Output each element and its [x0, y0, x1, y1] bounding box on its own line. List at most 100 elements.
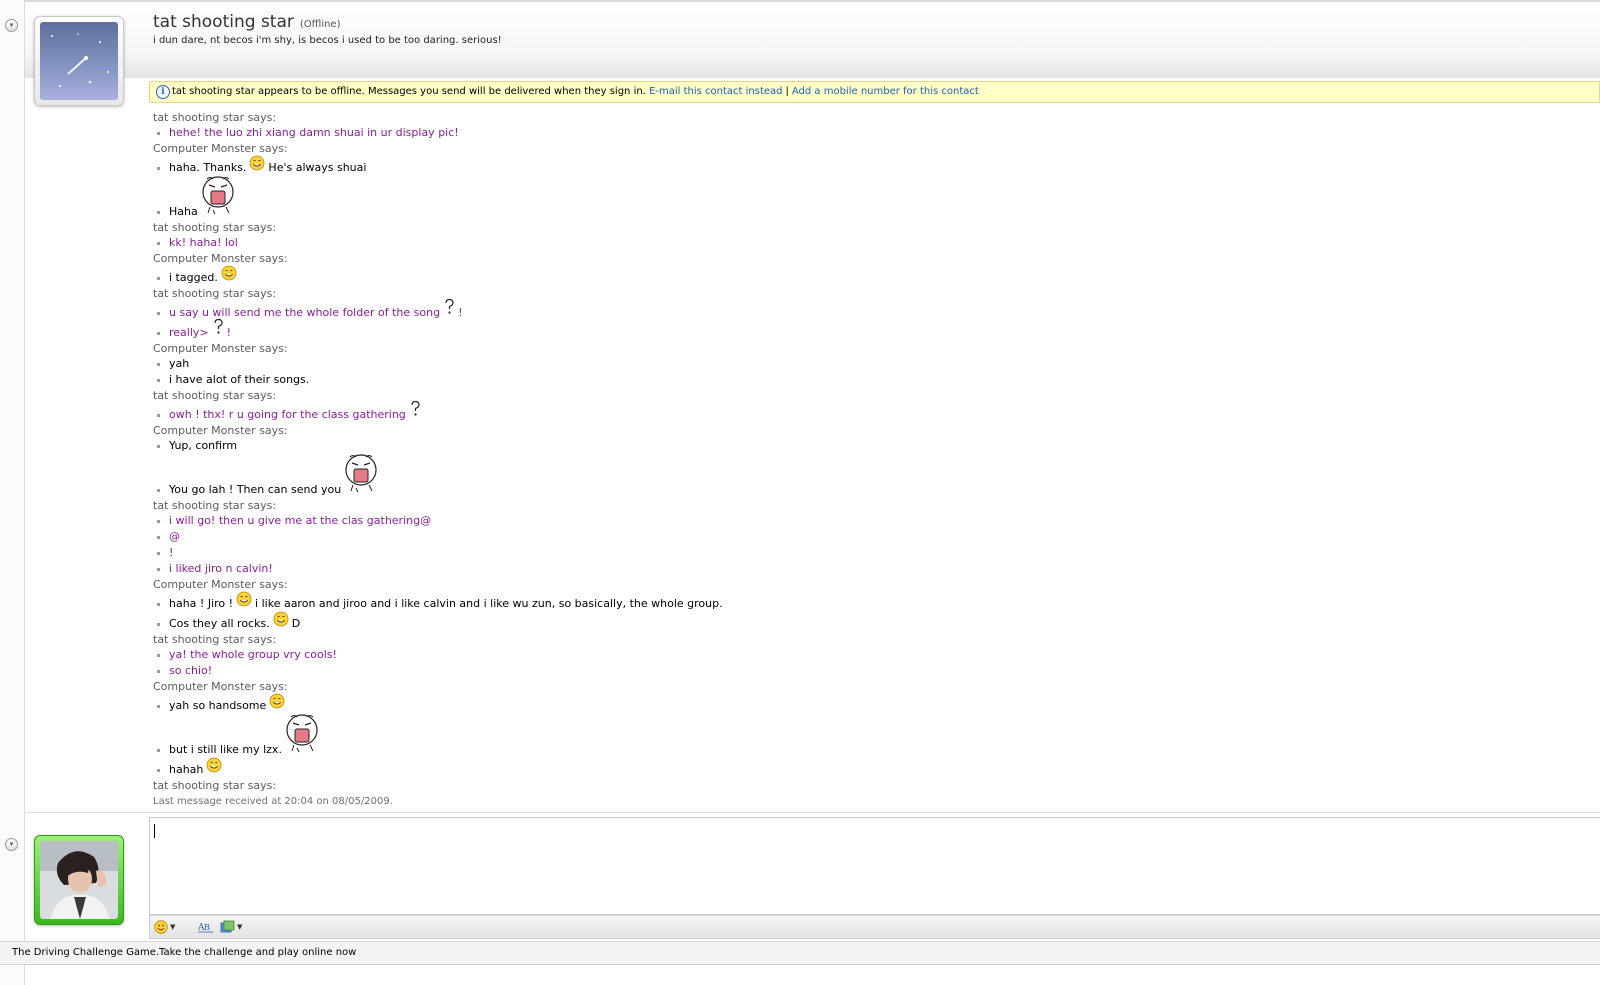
bullet-icon — [157, 332, 160, 335]
message-text: i liked jiro n calvin! — [169, 562, 273, 575]
bullet-icon — [157, 211, 160, 214]
bullet-icon — [157, 670, 160, 673]
background-picker-icon — [220, 920, 235, 933]
message-text: kk! haha! lol — [169, 236, 238, 249]
speaker-header: Computer Monster says: — [153, 342, 288, 355]
bullet-icon — [157, 654, 160, 657]
spellcheck-button[interactable]: A B — [198, 919, 214, 935]
message-text: really> — [169, 326, 209, 339]
last-message-timestamp: Last message received at 20:04 on 08/05/… — [153, 796, 393, 807]
speaker-header: tat shooting star says: — [153, 221, 277, 234]
bullet-icon — [157, 536, 160, 539]
message-text: hehe! the luo zhi xiang damn shuai in ur… — [169, 126, 459, 139]
dropdown-arrow-icon: ▼ — [237, 923, 243, 931]
collapse-user-panel-button[interactable]: ▾ — [5, 838, 18, 851]
message-text: ya! the whole group vry cools! — [169, 648, 337, 661]
bullet-icon — [157, 277, 160, 280]
panel-divider — [25, 812, 1600, 813]
shouting-emoticon-icon — [201, 173, 235, 220]
collapse-contact-panel-button[interactable]: ▾ — [5, 19, 18, 32]
add-mobile-number-link[interactable]: Add a mobile number for this contact — [792, 86, 979, 97]
message-line: yah so handsome — [153, 693, 1573, 714]
bullet-icon — [157, 445, 160, 448]
message-text: i have alot of their songs. — [169, 373, 310, 386]
message-line: @ — [153, 529, 1573, 545]
info-icon: i — [156, 85, 170, 99]
message-line: owh ! thx! r u going for the class gathe… — [153, 400, 1573, 423]
bullet-icon — [157, 489, 160, 492]
emoticon-picker-button[interactable]: ▼ — [154, 919, 175, 935]
contact-status: (Offline) — [299, 19, 341, 30]
message-line: really>! — [153, 318, 1573, 341]
bullet-icon — [157, 552, 160, 555]
message-line: i will go! then u give me at the clas ga… — [153, 513, 1573, 529]
background-picker-button[interactable]: ▼ — [220, 919, 242, 935]
message-text-after-emoticon: i like aaron and jiroo and i like calvin… — [255, 597, 723, 610]
message-text: You go lah ! Then can send you — [169, 483, 342, 496]
message-line: ! — [153, 545, 1573, 561]
message-line: i tagged. — [153, 265, 1573, 286]
message-text: Haha — [169, 205, 198, 218]
message-text: ! — [169, 546, 174, 559]
smile-emoticon-icon — [269, 693, 285, 714]
message-text: u say u will send me the whole folder of… — [169, 306, 441, 319]
message-text: i will go! then u give me at the clas ga… — [169, 514, 432, 527]
bullet-icon — [157, 167, 160, 170]
advertisement-bar: The Driving Challenge Game.Take the chal… — [0, 941, 1600, 965]
svg-text:B: B — [204, 923, 210, 932]
message-text: yah — [169, 357, 190, 370]
message-line: yah — [153, 356, 1573, 372]
speaker-header: Computer Monster says: — [153, 252, 288, 265]
contact-title: tat shooting star (Offline) — [153, 12, 341, 32]
message-line: u say u will send me the whole folder of… — [153, 298, 1573, 321]
message-line: i have alot of their songs. — [153, 372, 1573, 388]
text-caret — [154, 824, 155, 838]
message-line: i liked jiro n calvin! — [153, 561, 1573, 577]
speaker-header: tat shooting star says: — [153, 389, 277, 402]
bullet-icon — [157, 242, 160, 245]
message-text-after-emoticon: He's always shuai — [268, 161, 367, 174]
info-bar-separator: | — [785, 86, 789, 97]
message-line: but i still like my lzx. — [153, 714, 1573, 758]
message-line: ya! the whole group vry cools! — [153, 647, 1573, 663]
smile-emoticon-icon — [273, 611, 289, 632]
bullet-icon — [157, 603, 160, 606]
user-display-picture[interactable] — [34, 835, 124, 925]
user-avatar-image — [40, 841, 118, 919]
message-line: hahah — [153, 757, 1573, 778]
message-text: yah so handsome — [169, 699, 267, 712]
message-text: i tagged. — [169, 271, 218, 284]
message-line: Haha — [153, 176, 1573, 220]
speaker-header: tat shooting star says: — [153, 111, 277, 124]
message-text-after-emoticon: ! — [226, 326, 232, 339]
spellcheck-icon: A B — [198, 923, 213, 933]
bullet-icon — [157, 568, 160, 571]
smile-emoticon-icon — [249, 155, 265, 176]
dropdown-arrow-icon: ▼ — [170, 923, 176, 931]
message-line: haha ! Jiro ! i like aaron and jiroo and … — [153, 591, 1573, 612]
contact-display-picture[interactable] — [34, 16, 124, 106]
speaker-header: Computer Monster says: — [153, 578, 288, 591]
bullet-icon — [157, 520, 160, 523]
bullet-icon — [157, 623, 160, 626]
advertisement-link[interactable]: The Driving Challenge Game.Take the chal… — [12, 947, 356, 958]
message-text: owh ! thx! r u going for the class gathe… — [169, 408, 406, 421]
question-mark-emoticon-icon — [443, 298, 455, 321]
message-text-after-emoticon: D — [291, 617, 301, 630]
bullet-icon — [157, 312, 160, 315]
email-contact-link[interactable]: E-mail this contact instead — [649, 86, 782, 97]
speaker-header: tat shooting star says: — [153, 287, 277, 300]
message-line: hehe! the luo zhi xiang damn shuai in ur… — [153, 125, 1573, 141]
smile-emoticon-icon — [236, 591, 252, 612]
message-text: hahah — [169, 763, 204, 776]
message-line: Cos they all rocks. D — [153, 611, 1573, 632]
bullet-icon — [157, 363, 160, 366]
bullet-icon — [157, 705, 160, 708]
message-compose-area[interactable] — [149, 817, 1600, 915]
smile-emoticon-icon — [206, 757, 222, 778]
info-bar-content: tat shooting star appears to be offline.… — [172, 82, 979, 102]
conversation-history[interactable]: tat shooting star says: hehe! the luo zhi… — [153, 110, 1573, 793]
message-text: so chio! — [169, 664, 213, 677]
message-text: Yup, confirm — [169, 439, 238, 452]
message-line: kk! haha! lol — [153, 235, 1573, 251]
